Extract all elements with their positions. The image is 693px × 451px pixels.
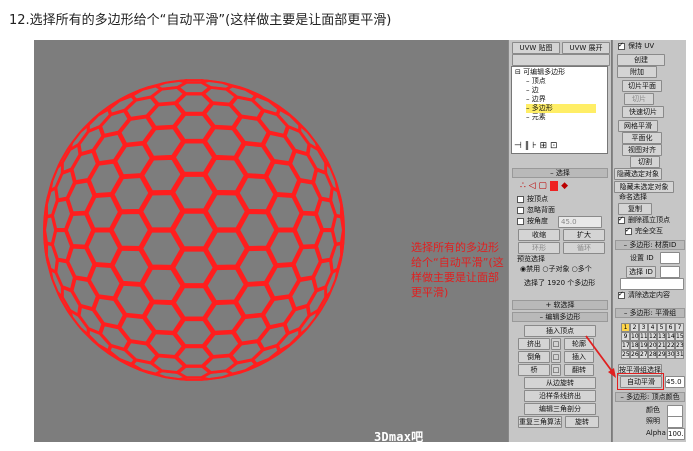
annotation-arrow (585, 335, 616, 378)
3dsmax-screenshot: 选择所有的多边形给个“自动平滑”(这样做主要是让面部更平滑) 3Dmax吧 【w… (34, 40, 686, 442)
step-caption: 12.选择所有的多边形给个“自动平滑”(这样做主要是让面部更平滑) (9, 13, 392, 28)
